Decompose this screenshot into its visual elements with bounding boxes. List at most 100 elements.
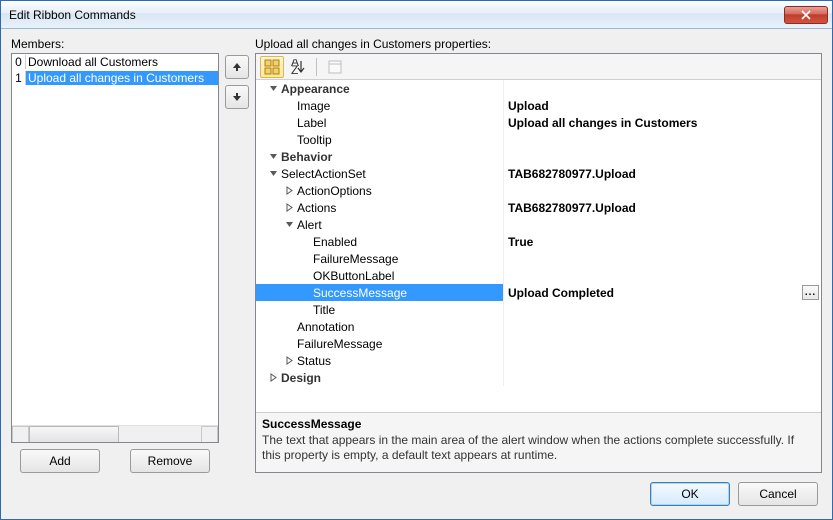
property-row[interactable]: ImageUpload [256,97,821,114]
content-columns: Members: 0Download all Customers1Upload … [11,37,822,473]
members-label: Members: [11,37,219,51]
property-row[interactable]: Status [256,352,821,369]
members-listbox[interactable]: 0Download all Customers1Upload all chang… [11,53,219,443]
expander-spacer [284,134,295,145]
members-item-index: 1 [12,71,26,85]
property-row[interactable]: Alert [256,216,821,233]
property-row[interactable]: EnabledTrue [256,233,821,250]
members-list-item[interactable]: 1Upload all changes in Customers [12,70,218,86]
expander-spacer [300,270,311,281]
property-row[interactable]: ActionOptions [256,182,821,199]
property-value-cell[interactable] [504,182,821,199]
property-value-cell[interactable] [504,352,821,369]
expander-open-icon[interactable] [284,219,295,230]
property-name-cell: Status [256,352,504,369]
expander-closed-icon[interactable] [284,202,295,213]
property-name-text: FailureMessage [313,252,398,266]
property-value-cell[interactable] [504,148,821,165]
property-row[interactable]: Tooltip [256,131,821,148]
property-pages-button[interactable] [323,56,347,78]
property-name-text: Annotation [297,320,354,334]
property-name-text: Tooltip [297,133,332,147]
properties-panel: Upload all changes in Customers properti… [255,37,822,473]
add-button[interactable]: Add [20,449,100,473]
property-row[interactable]: Label Upload all changes in Customers [256,114,821,131]
property-category-row[interactable]: Behavior [256,148,821,165]
property-name-cell: ActionOptions [256,182,504,199]
expander-open-icon[interactable] [268,151,279,162]
ellipsis-button[interactable]: ... [802,285,819,300]
expander-spacer [300,304,311,315]
alphabetical-button[interactable]: AZ [286,56,310,78]
close-icon [801,10,811,20]
move-up-button[interactable] [225,55,249,79]
property-name-text: FailureMessage [297,337,382,351]
property-name-cell: OKButtonLabel [256,267,504,284]
dialog-button-row: OK Cancel [11,477,822,511]
property-value-cell[interactable]: Upload all changes in Customers [504,114,821,131]
property-name-text: Design [281,371,321,385]
property-row[interactable]: Title [256,301,821,318]
members-hscrollbar[interactable] [12,425,218,442]
ok-button[interactable]: OK [650,482,730,506]
property-value-cell[interactable] [504,335,821,352]
property-value-text: Upload all changes in Customers [508,116,697,130]
property-value-cell[interactable]: Upload Completed... [504,284,821,301]
members-list-item[interactable]: 0Download all Customers [12,54,218,70]
property-row[interactable]: FailureMessage [256,250,821,267]
property-name-cell: Actions [256,199,504,216]
property-name-text: Actions [297,201,336,215]
expander-open-icon[interactable] [268,168,279,179]
scrollbar-thumb[interactable] [29,426,119,443]
property-name-cell: Design [256,369,504,386]
property-row[interactable]: SuccessMessageUpload Completed... [256,284,821,301]
svg-text:Z: Z [291,63,298,75]
property-name-text: Label [297,116,326,130]
property-name-text: Alert [297,218,322,232]
property-name-cell: Image [256,97,504,114]
property-value-cell[interactable]: True [504,233,821,250]
property-name-text: SelectActionSet [281,167,366,181]
property-row[interactable]: FailureMessage [256,335,821,352]
property-grid-rows[interactable]: AppearanceImageUpload Label Upload all cha… [256,80,821,412]
expander-closed-icon[interactable] [284,185,295,196]
property-row[interactable]: Annotation [256,318,821,335]
property-row[interactable]: Actions TAB682780977.Upload [256,199,821,216]
property-grid: AZ AppearanceImageUpload Label Upload all … [255,53,822,473]
remove-button[interactable]: Remove [130,449,210,473]
expander-closed-icon[interactable] [268,372,279,383]
property-value-cell[interactable] [504,250,821,267]
expander-closed-icon[interactable] [284,355,295,366]
property-value-cell[interactable] [504,301,821,318]
property-value-cell[interactable] [504,369,821,386]
property-value-cell[interactable]: TAB682780977.Upload [504,165,821,182]
property-grid-toolbar: AZ [256,54,821,80]
property-row[interactable]: SelectActionSet TAB682780977.Upload [256,165,821,182]
property-name-text: Status [297,354,331,368]
expander-open-icon[interactable] [268,83,279,94]
property-value-cell[interactable]: Upload [504,97,821,114]
property-value-cell[interactable] [504,131,821,148]
members-button-row: Add Remove [11,443,219,473]
property-category-row[interactable]: Appearance [256,80,821,97]
property-value-text: TAB682780977.Upload [508,201,636,215]
property-name-cell: FailureMessage [256,250,504,267]
help-body: The text that appears in the main area o… [262,433,815,463]
categorized-button[interactable] [260,56,284,78]
toolbar-separator [316,58,317,76]
add-button-label: Add [49,454,70,468]
property-value-cell[interactable] [504,216,821,233]
property-name-cell: Annotation [256,318,504,335]
property-value-cell[interactable] [504,80,821,97]
arrow-down-icon [232,92,242,102]
property-value-cell[interactable]: TAB682780977.Upload [504,199,821,216]
title-bar[interactable]: Edit Ribbon Commands [1,1,832,29]
close-button[interactable] [784,6,828,24]
cancel-button[interactable]: Cancel [738,482,818,506]
move-down-button[interactable] [225,85,249,109]
property-row[interactable]: OKButtonLabel [256,267,821,284]
property-value-cell[interactable] [504,318,821,335]
property-category-row[interactable]: Design [256,369,821,386]
expander-spacer [284,100,295,111]
property-value-cell[interactable] [504,267,821,284]
